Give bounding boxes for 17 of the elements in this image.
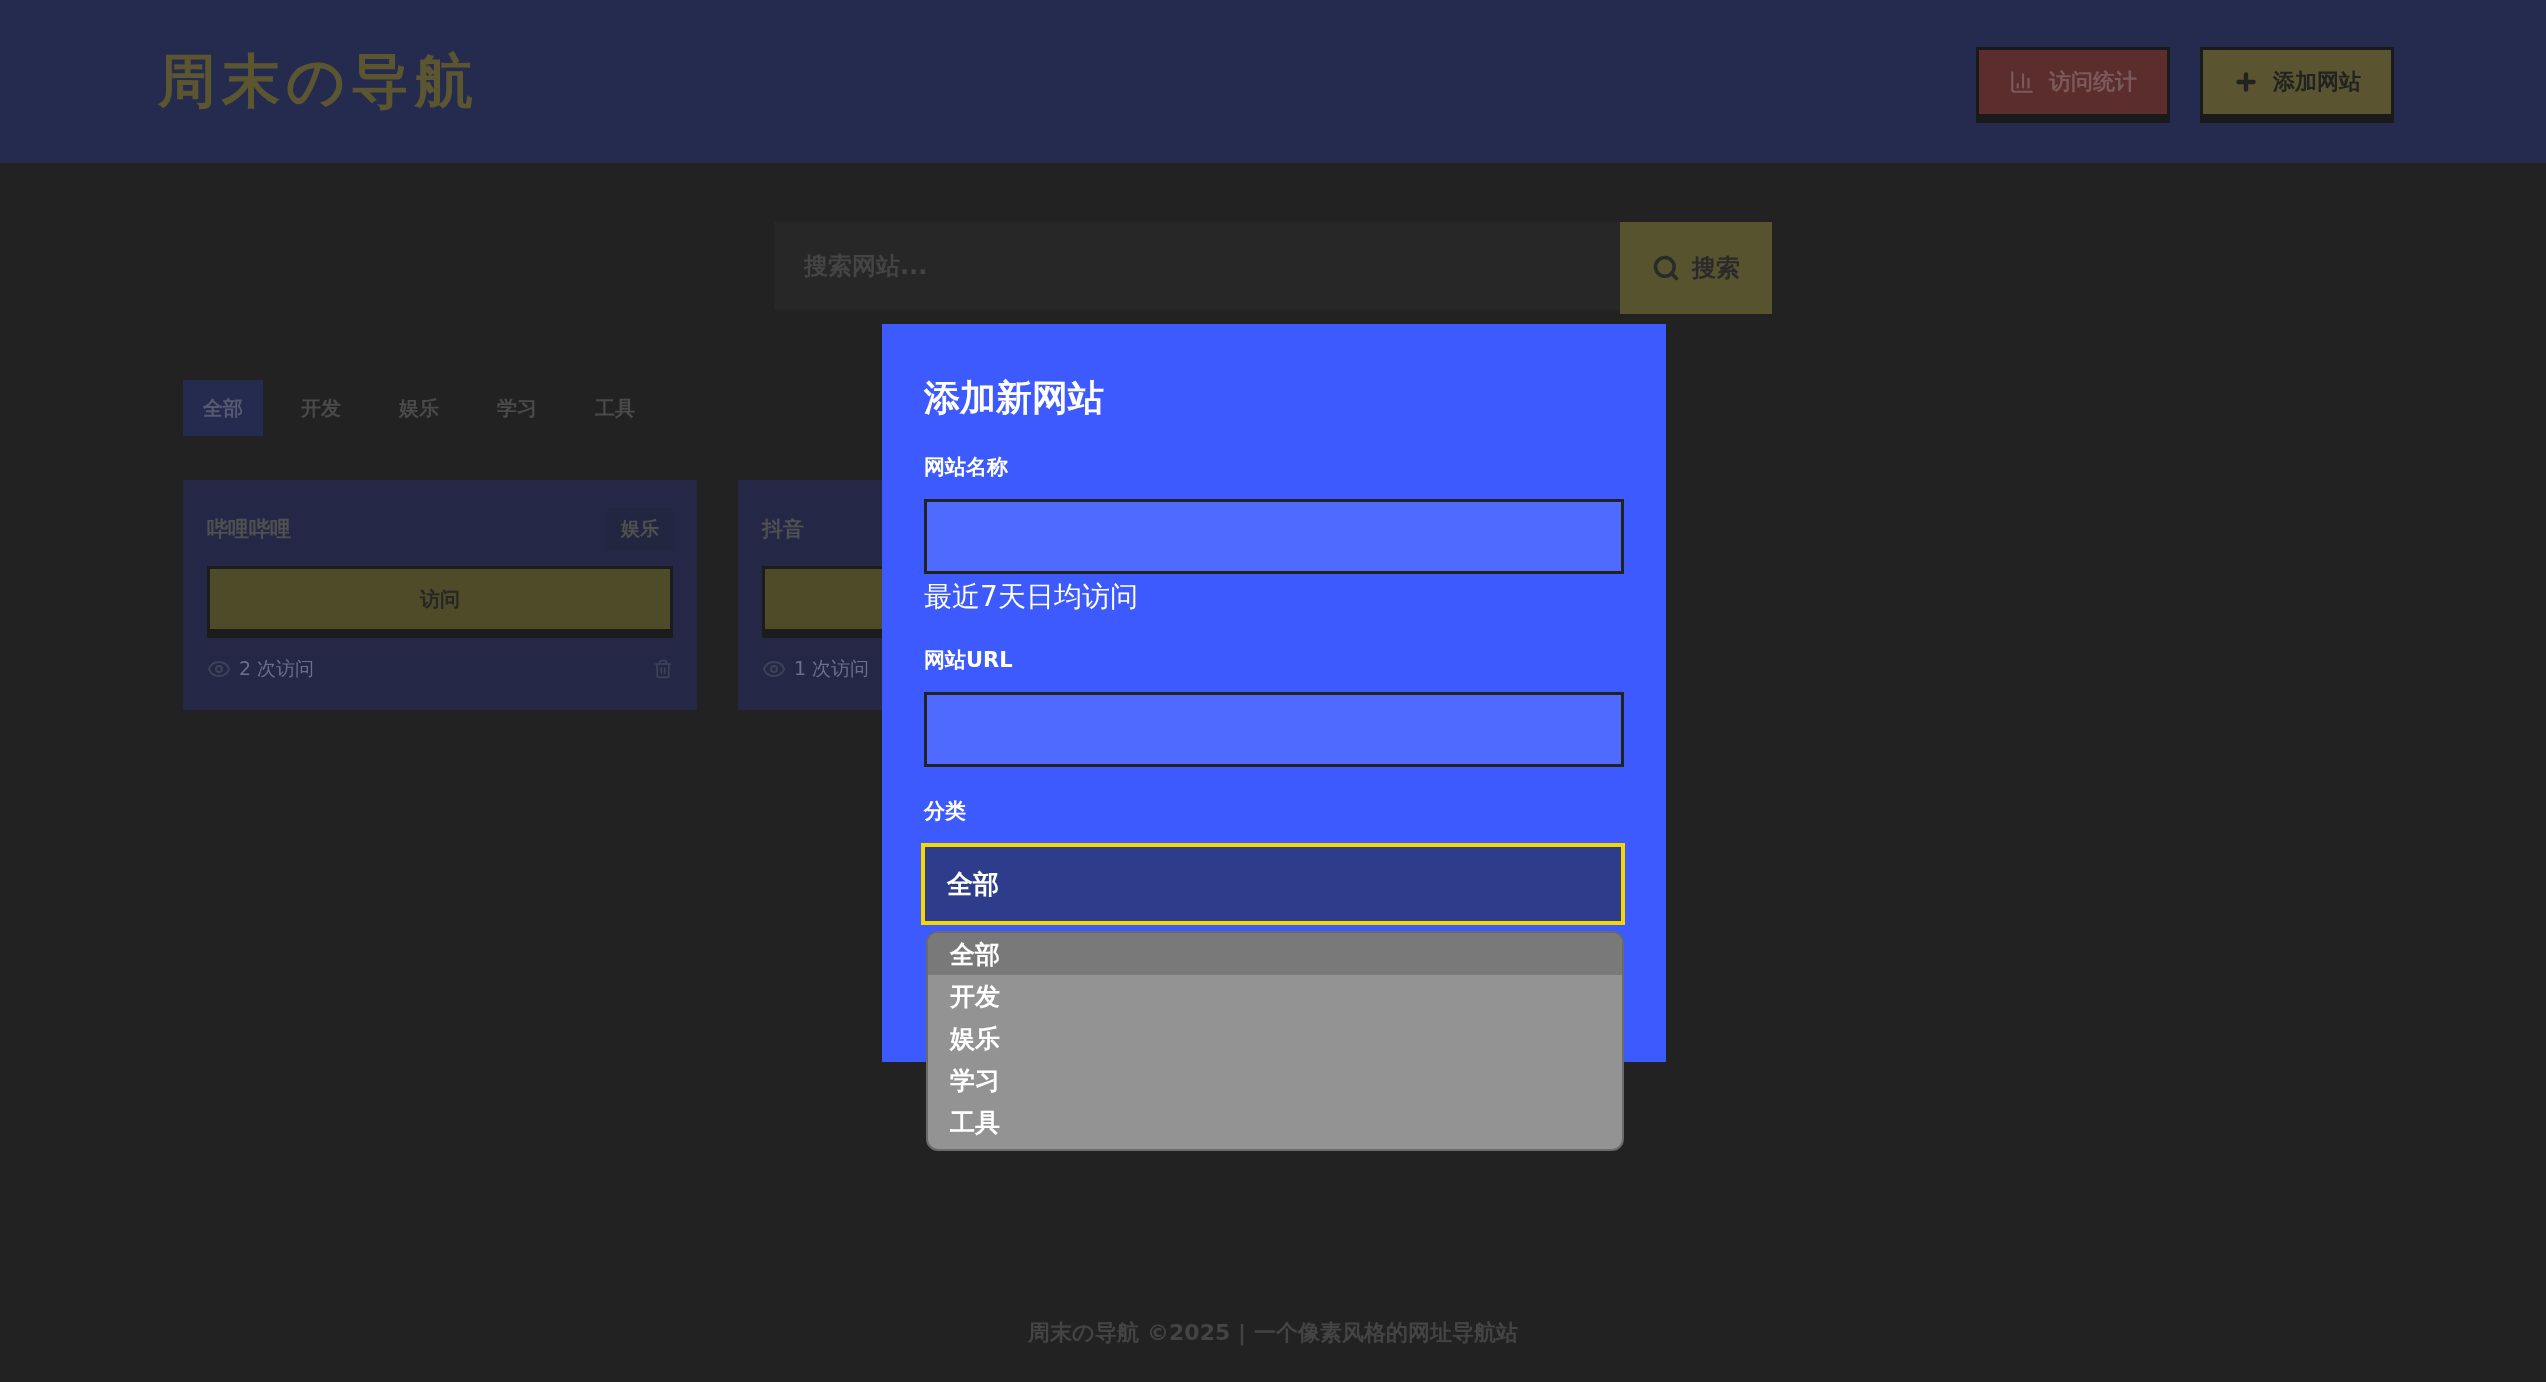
- input-field[interactable]: [924, 692, 1624, 767]
- dropdown-option[interactable]: 娱乐: [928, 1017, 1622, 1059]
- field-label: 网站名称: [924, 454, 1009, 481]
- visit-count: 2 次访问: [239, 656, 315, 681]
- bar-chart-icon: [2009, 68, 2035, 95]
- field-label: 分类: [924, 798, 967, 825]
- category-select[interactable]: 全部: [921, 843, 1625, 925]
- dropdown-option[interactable]: 学习: [928, 1059, 1622, 1101]
- field-hint: 最近7天日均访问: [924, 579, 1139, 615]
- dropdown-option[interactable]: 工具: [928, 1101, 1622, 1143]
- field-label: 网站URL: [924, 647, 1014, 674]
- dialog-title: 添加新网站: [924, 376, 1105, 420]
- visit-count: 1 次访问: [794, 656, 870, 681]
- dropdown-option[interactable]: 全部: [928, 933, 1622, 975]
- search-icon: [1652, 254, 1680, 282]
- dropdown-option[interactable]: 开发: [928, 975, 1622, 1017]
- input-field[interactable]: [924, 499, 1624, 574]
